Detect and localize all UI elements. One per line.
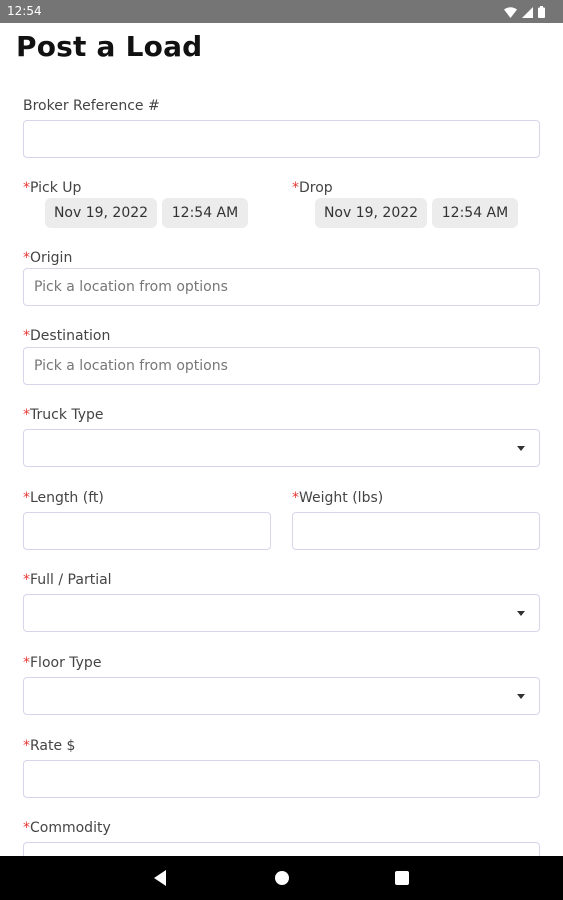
rate-label-text: Rate $ xyxy=(30,738,76,754)
pick-up-time-text: 12:54 AM xyxy=(171,205,239,221)
battery-icon xyxy=(538,6,545,18)
origin-field[interactable] xyxy=(23,268,540,306)
wifi-icon xyxy=(504,6,517,18)
origin-label-text: Origin xyxy=(30,250,73,266)
dropdown-arrow-icon xyxy=(517,446,525,451)
length-label: *Length (ft) xyxy=(23,490,104,506)
rate-label: *Rate $ xyxy=(23,738,75,754)
broker-reference-input[interactable] xyxy=(24,121,539,157)
length-label-text: Length (ft) xyxy=(30,490,104,506)
cell-signal-icon xyxy=(522,6,533,18)
pick-up-date-text: Nov 19, 2022 xyxy=(53,205,149,221)
weight-label-text: Weight (lbs) xyxy=(299,490,384,506)
required-mark: * xyxy=(23,655,30,671)
drop-date-text: Nov 19, 2022 xyxy=(323,205,419,221)
broker-reference-label-text: Broker Reference # xyxy=(23,98,160,114)
dropdown-arrow-icon xyxy=(517,611,525,616)
drop-date-button[interactable]: Nov 19, 2022 xyxy=(315,198,427,228)
floor-type-label-text: Floor Type xyxy=(30,655,102,671)
truck-type-select[interactable] xyxy=(23,429,540,467)
status-time: 12:54 xyxy=(7,4,42,18)
required-mark: * xyxy=(23,572,30,588)
pick-up-time-button[interactable]: 12:54 AM xyxy=(162,198,248,228)
full-partial-label-text: Full / Partial xyxy=(30,572,112,588)
rate-field[interactable] xyxy=(23,760,540,798)
required-mark: * xyxy=(23,407,30,423)
page-title: Post a Load xyxy=(16,30,203,63)
broker-reference-field[interactable] xyxy=(23,120,540,158)
status-icons xyxy=(504,5,545,19)
required-mark: * xyxy=(292,490,299,506)
full-partial-label: *Full / Partial xyxy=(23,572,112,588)
pick-up-label: *Pick Up xyxy=(23,180,81,196)
pick-up-date-button[interactable]: Nov 19, 2022 xyxy=(45,198,157,228)
commodity-label-text: Commodity xyxy=(30,820,111,836)
length-field[interactable] xyxy=(23,512,271,550)
home-icon[interactable] xyxy=(275,871,289,885)
drop-time-text: 12:54 AM xyxy=(441,205,509,221)
weight-field[interactable] xyxy=(292,512,540,550)
length-input[interactable] xyxy=(24,513,270,549)
drop-time-button[interactable]: 12:54 AM xyxy=(432,198,518,228)
pick-up-label-text: Pick Up xyxy=(30,180,82,196)
required-mark: * xyxy=(292,180,299,196)
origin-input[interactable] xyxy=(24,269,539,305)
required-mark: * xyxy=(23,820,30,836)
dropdown-arrow-icon xyxy=(517,694,525,699)
truck-type-label: *Truck Type xyxy=(23,407,104,423)
broker-reference-label: Broker Reference # xyxy=(23,98,160,114)
required-mark: * xyxy=(23,250,30,266)
floor-type-select[interactable] xyxy=(23,677,540,715)
destination-field[interactable] xyxy=(23,347,540,385)
commodity-label: *Commodity xyxy=(23,820,111,836)
rate-input[interactable] xyxy=(24,761,539,797)
drop-label: *Drop xyxy=(292,180,333,196)
destination-label-text: Destination xyxy=(30,328,111,344)
destination-label: *Destination xyxy=(23,328,110,344)
drop-label-text: Drop xyxy=(299,180,333,196)
navigation-bar xyxy=(0,856,563,900)
required-mark: * xyxy=(23,328,30,344)
required-mark: * xyxy=(23,490,30,506)
weight-label: *Weight (lbs) xyxy=(292,490,383,506)
status-bar: 12:54 xyxy=(0,0,563,23)
truck-type-label-text: Truck Type xyxy=(30,407,104,423)
origin-label: *Origin xyxy=(23,250,72,266)
recents-icon[interactable] xyxy=(395,871,409,885)
weight-input[interactable] xyxy=(293,513,539,549)
back-icon[interactable] xyxy=(154,870,166,886)
floor-type-label: *Floor Type xyxy=(23,655,101,671)
full-partial-select[interactable] xyxy=(23,594,540,632)
required-mark: * xyxy=(23,180,30,196)
required-mark: * xyxy=(23,738,30,754)
destination-input[interactable] xyxy=(24,348,539,384)
